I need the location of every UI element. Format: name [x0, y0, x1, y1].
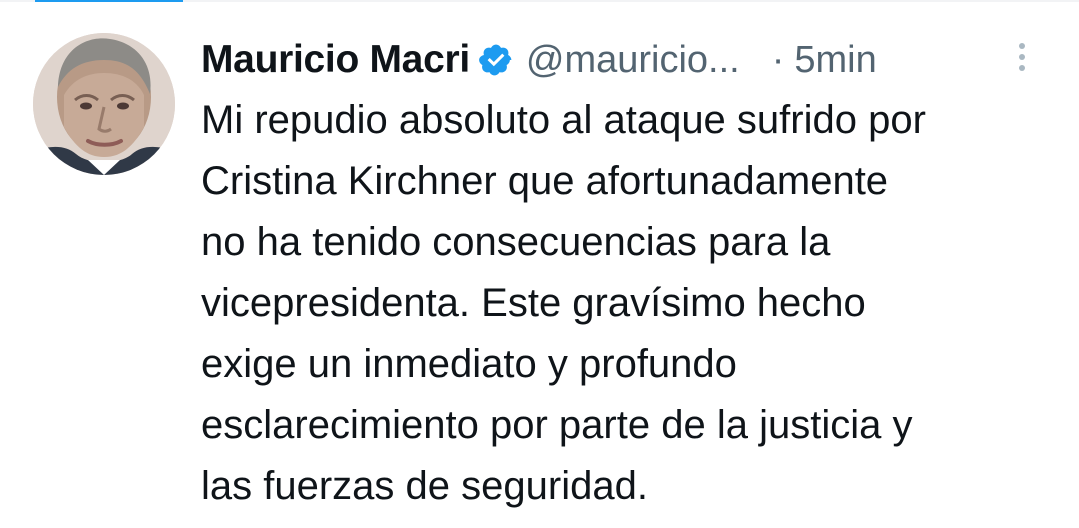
tweet-content: Mauricio Macri @mauricio... · 5min Mi re… [201, 32, 1051, 517]
profile-photo [33, 33, 175, 175]
tweet-text-line: las fuerzas de seguridad. [201, 464, 648, 508]
top-tab-indicator [35, 0, 183, 2]
avatar[interactable] [33, 33, 175, 175]
meta-separator: · [771, 38, 785, 81]
more-options-icon[interactable] [1015, 40, 1029, 74]
tweet-text-line: vicepresidenta. Este gravísimo hecho [201, 281, 866, 325]
tweet-screen: Mauricio Macri @mauricio... · 5min Mi re… [0, 0, 1079, 528]
author-name[interactable]: Mauricio Macri [201, 38, 470, 82]
verified-badge-icon [478, 42, 514, 78]
tweet-text-line: Cristina Kirchner que afortunadamente [201, 159, 889, 203]
tweet-text: Mi repudio absoluto al ataque sufrido po… [201, 90, 1051, 517]
tweet-text-line: Mi repudio absoluto al ataque sufrido po… [201, 98, 926, 142]
tweet-time[interactable]: 5min [794, 39, 876, 82]
author-handle[interactable]: @mauricio... [526, 39, 740, 82]
tweet-text-line: esclarecimiento por parte de la justicia… [201, 403, 913, 447]
tweet-header: Mauricio Macri @mauricio... · 5min [201, 32, 1051, 88]
tweet-text-line: exige un inmediato y profundo [201, 342, 737, 386]
tweet-text-line: no ha tenido consecuencias para la [201, 220, 831, 264]
